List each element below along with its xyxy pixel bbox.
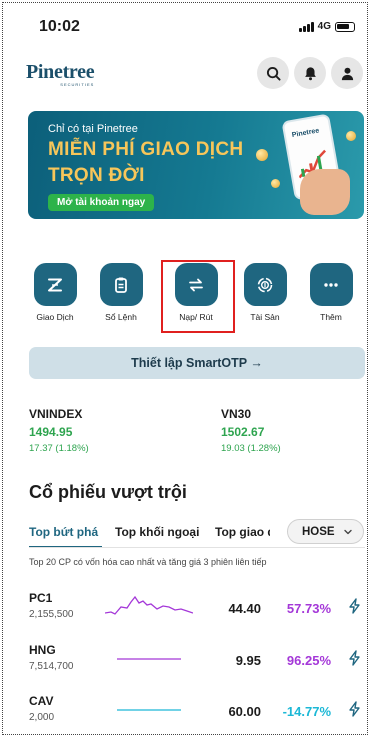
list-description: Top 20 CP có vốn hóa cao nhất và tăng gi… bbox=[29, 557, 267, 567]
promo-banner[interactable]: Chỉ có tại Pinetree MIỄN PHÍ GIAO DỊCH T… bbox=[28, 111, 364, 219]
tab-top-but-pha[interactable]: Top bứt phá bbox=[29, 525, 98, 539]
phone-screen: 10:02 4G Pinetree SECURITIES Chỉ có tại … bbox=[2, 2, 368, 735]
coin-icon bbox=[271, 179, 280, 188]
notification-button[interactable] bbox=[294, 57, 326, 89]
stock-row-pc1[interactable]: PC1 2,155,500 44.40 57.73% bbox=[29, 591, 365, 631]
asset-icon bbox=[257, 277, 273, 292]
sparkline bbox=[105, 595, 193, 615]
trade-z-icon bbox=[48, 278, 62, 291]
tab-top-giao-dich[interactable]: Top giao dịch bbox=[215, 525, 270, 539]
search-button[interactable] bbox=[257, 57, 289, 89]
section-title: Cổ phiếu vượt trội bbox=[29, 482, 187, 502]
action-label: Tài Sản bbox=[250, 312, 280, 322]
banner-headline-1: MIỄN PHÍ GIAO DỊCH bbox=[48, 139, 244, 160]
lightning-icon[interactable] bbox=[348, 701, 361, 717]
pinetree-logo: Pinetree SECURITIES bbox=[26, 61, 95, 87]
open-account-button[interactable]: Mở tài khoản ngay bbox=[48, 194, 155, 211]
stock-volume: 7,514,700 bbox=[29, 661, 74, 672]
hand-illustration bbox=[300, 169, 350, 215]
tab-top-khoi-ngoai[interactable]: Top khối ngoại bbox=[115, 525, 199, 539]
stock-volume: 2,155,500 bbox=[29, 609, 74, 620]
stock-symbol: PC1 bbox=[29, 591, 53, 605]
banner-tag: Chỉ có tại Pinetree bbox=[48, 123, 138, 135]
bell-icon bbox=[304, 66, 316, 80]
search-icon bbox=[266, 66, 281, 81]
lightning-icon[interactable] bbox=[348, 650, 361, 666]
action-label: Giao Dịch bbox=[36, 312, 74, 322]
action-them[interactable]: Thêm bbox=[301, 258, 361, 322]
stock-row-hng[interactable]: HNG 7,514,700 9.95 96.25% bbox=[29, 643, 365, 683]
order-book-icon bbox=[115, 277, 127, 293]
action-giao-dich[interactable]: Giao Dịch bbox=[25, 258, 85, 322]
highlight-box bbox=[161, 260, 235, 333]
app-header: Pinetree SECURITIES bbox=[3, 53, 367, 93]
stock-change: 96.25% bbox=[286, 653, 331, 668]
stock-change: -14.77% bbox=[282, 704, 331, 719]
user-icon bbox=[341, 67, 353, 80]
stock-price: 60.00 bbox=[228, 704, 261, 719]
index-vn30[interactable]: VN30 1502.67 19.03 (1.28%) bbox=[221, 407, 281, 454]
smartotp-button[interactable]: Thiết lập SmartOTP → bbox=[29, 347, 365, 379]
sparkline bbox=[117, 658, 181, 660]
banner-headline-2: TRỌN ĐỜI bbox=[48, 165, 145, 186]
exchange-select[interactable]: HOSE bbox=[287, 519, 364, 544]
chevron-down-icon bbox=[344, 529, 352, 534]
profile-button[interactable] bbox=[331, 57, 363, 89]
status-bar: 10:02 4G bbox=[3, 3, 367, 43]
coin-icon bbox=[346, 131, 356, 141]
action-tai-san[interactable]: Tài Sản bbox=[235, 258, 295, 322]
stock-row-cav[interactable]: CAV 2,000 60.00 -14.77% bbox=[29, 694, 365, 734]
sparkline bbox=[117, 709, 181, 711]
status-time: 10:02 bbox=[39, 18, 80, 35]
coin-icon bbox=[256, 149, 268, 161]
stock-symbol: CAV bbox=[29, 694, 54, 708]
action-so-lenh[interactable]: Sổ Lệnh bbox=[91, 258, 151, 322]
stock-change: 57.73% bbox=[286, 601, 331, 616]
network-label: 4G bbox=[317, 21, 331, 32]
lightning-icon[interactable] bbox=[348, 598, 361, 614]
stock-price: 9.95 bbox=[235, 653, 261, 668]
stock-price: 44.40 bbox=[228, 601, 261, 616]
more-dots-icon bbox=[324, 282, 338, 287]
stock-symbol: HNG bbox=[29, 643, 56, 657]
stock-volume: 2,000 bbox=[29, 712, 55, 723]
action-label: Sổ Lệnh bbox=[105, 312, 137, 322]
battery-icon bbox=[335, 21, 355, 32]
signal-icon bbox=[298, 21, 314, 32]
action-label: Thêm bbox=[320, 312, 342, 322]
index-vnindex[interactable]: VNINDEX 1494.95 17.37 (1.18%) bbox=[29, 407, 89, 454]
